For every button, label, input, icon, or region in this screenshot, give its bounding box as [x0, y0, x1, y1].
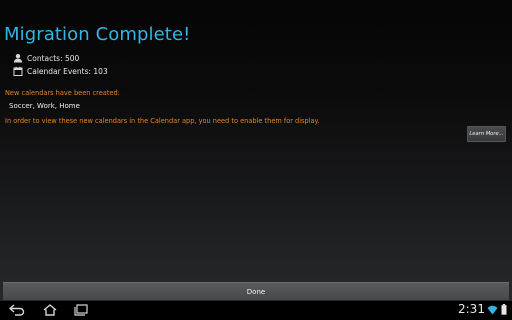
calendar-events-count: Calendar Events: 103: [13, 65, 108, 77]
page-title: Migration Complete!: [4, 24, 191, 45]
calendars-created-heading: New calendars have been created:: [5, 89, 120, 97]
calendar-events-label: Calendar Events: 103: [27, 66, 108, 76]
wifi-icon: [487, 305, 498, 315]
status-clock: 2:31: [458, 302, 485, 316]
enable-calendars-note: In order to view these new calendars in …: [5, 117, 320, 125]
home-icon[interactable]: [41, 303, 59, 317]
recent-apps-icon[interactable]: [72, 303, 90, 317]
battery-icon: [501, 304, 507, 315]
calendar-icon: [13, 66, 23, 76]
contact-icon: [14, 54, 22, 63]
contacts-count: Contacts: 500: [13, 52, 79, 64]
contacts-label: Contacts: 500: [27, 53, 80, 63]
calendar-list: Soccer, Work, Home: [9, 102, 80, 110]
back-icon[interactable]: [8, 303, 26, 317]
learn-more-button[interactable]: Learn More...: [467, 126, 506, 142]
done-button[interactable]: Done: [3, 282, 509, 300]
